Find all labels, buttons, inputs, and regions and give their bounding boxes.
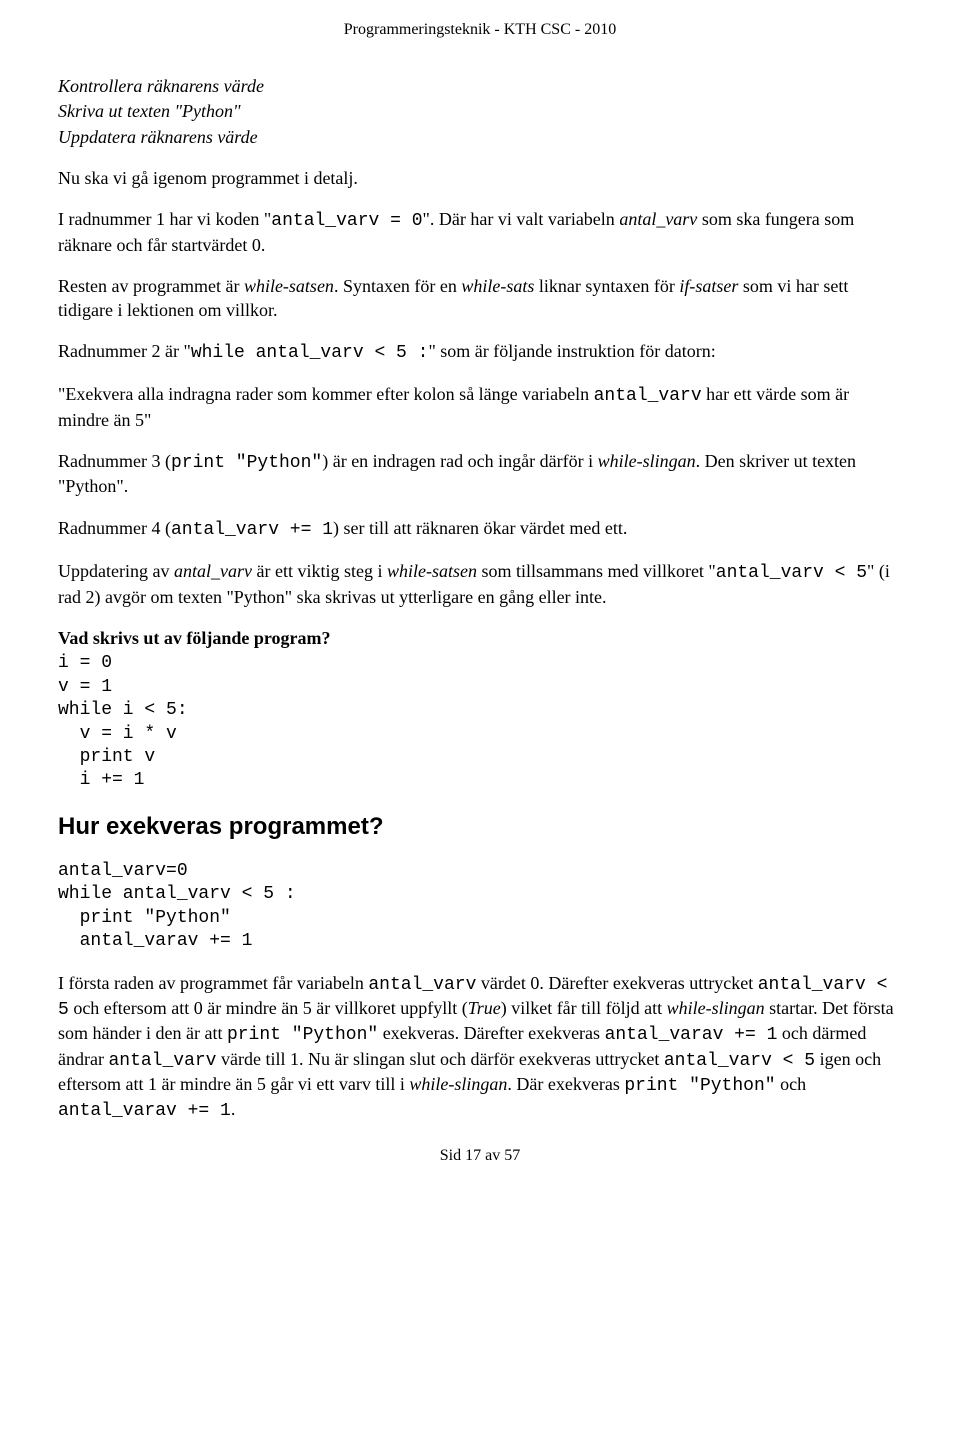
- text: I första raden av programmet får variabe…: [58, 973, 368, 993]
- code-inline: antal_varv += 1: [171, 520, 333, 540]
- code-inline: antal_varv < 5: [716, 563, 867, 583]
- code-inline: antal_varv: [368, 975, 476, 995]
- code-inline: antal_varv < 5: [664, 1051, 815, 1071]
- text: . Syntaxen för en: [334, 276, 461, 296]
- code-block-2: antal_varv=0 while antal_varv < 5 : prin…: [58, 860, 902, 954]
- code-inline: antal_varv = 0: [271, 211, 422, 231]
- text: är ett viktig steg i: [252, 561, 387, 581]
- intro-line-3: Uppdatera räknarens värde: [58, 126, 902, 149]
- text: värdet 0. Därefter exekveras uttrycket: [476, 973, 757, 993]
- text: och: [776, 1074, 807, 1094]
- text: . Där exekveras: [507, 1074, 624, 1094]
- code-inline: print "Python": [624, 1076, 775, 1096]
- text: ) ser till att räknaren ökar värdet med …: [333, 518, 627, 538]
- paragraph-3: Resten av programmet är while-satsen. Sy…: [58, 275, 902, 322]
- text: Uppdatering av: [58, 561, 174, 581]
- text: "Exekvera alla indragna rader som kommer…: [58, 384, 594, 404]
- text: värde till 1. Nu är slingan slut och där…: [217, 1049, 664, 1069]
- text: ) vilket får till följd att: [501, 998, 667, 1018]
- intro-line-2: Skriva ut texten "Python": [58, 100, 902, 123]
- italic-text: antal_varv: [174, 561, 252, 581]
- italic-text: while-slingan: [667, 998, 765, 1018]
- italic-text: while-slingan: [598, 451, 696, 471]
- text: I radnummer 1 har vi koden ": [58, 209, 271, 229]
- text: ) är en indragen rad och ingår därför i: [322, 451, 597, 471]
- italic-text: if-satser: [679, 276, 738, 296]
- italic-text: while-satsen: [387, 561, 477, 581]
- code-inline: antal_varav += 1: [58, 1101, 231, 1121]
- paragraph-9: I första raden av programmet får variabe…: [58, 972, 902, 1124]
- code-block-1: i = 0 v = 1 while i < 5: v = i * v print…: [58, 652, 902, 792]
- paragraph-1: Nu ska vi gå igenom programmet i detalj.: [58, 167, 902, 190]
- paragraph-7: Radnummer 4 (antal_varv += 1) ser till a…: [58, 517, 902, 542]
- text: Resten av programmet är: [58, 276, 244, 296]
- code-inline: antal_varv: [594, 386, 702, 406]
- text: och eftersom att 0 är mindre än 5 är vil…: [69, 998, 468, 1018]
- italic-text: antal_varv: [619, 209, 697, 229]
- question-heading: Vad skrivs ut av följande program?: [58, 627, 902, 650]
- code-inline: antal_varav += 1: [605, 1025, 778, 1045]
- intro-line-1: Kontrollera räknarens värde: [58, 75, 902, 98]
- text: Radnummer 4 (: [58, 518, 171, 538]
- italic-text: while-slingan: [409, 1074, 507, 1094]
- italic-text: while-satsen: [244, 276, 334, 296]
- text: Radnummer 2 är ": [58, 341, 191, 361]
- page-footer: Sid 17 av 57: [58, 1146, 902, 1167]
- italic-text: while-sats: [461, 276, 534, 296]
- text: Radnummer 3 (: [58, 451, 171, 471]
- text: ". Där har vi valt variabeln: [423, 209, 620, 229]
- paragraph-2: I radnummer 1 har vi koden "antal_varv =…: [58, 208, 902, 257]
- italic-text: True: [468, 998, 501, 1018]
- text: liknar syntaxen för: [534, 276, 679, 296]
- text: " som är följande instruktion för datorn…: [428, 341, 715, 361]
- text: .: [231, 1099, 236, 1119]
- text: som tillsammans med villkoret ": [477, 561, 716, 581]
- paragraph-6: Radnummer 3 (print "Python") är en indra…: [58, 450, 902, 499]
- section-heading: Hur exekveras programmet?: [58, 811, 902, 842]
- page-header: Programmeringsteknik - KTH CSC - 2010: [58, 20, 902, 41]
- code-inline: while antal_varv < 5 :: [191, 343, 429, 363]
- code-inline: print "Python": [171, 453, 322, 473]
- paragraph-4: Radnummer 2 är "while antal_varv < 5 :" …: [58, 340, 902, 365]
- paragraph-5: "Exekvera alla indragna rader som kommer…: [58, 383, 902, 432]
- text: exekveras. Därefter exekveras: [378, 1023, 604, 1043]
- code-inline: antal_varv: [108, 1051, 216, 1071]
- code-inline: print "Python": [227, 1025, 378, 1045]
- paragraph-8: Uppdatering av antal_varv är ett viktig …: [58, 560, 902, 609]
